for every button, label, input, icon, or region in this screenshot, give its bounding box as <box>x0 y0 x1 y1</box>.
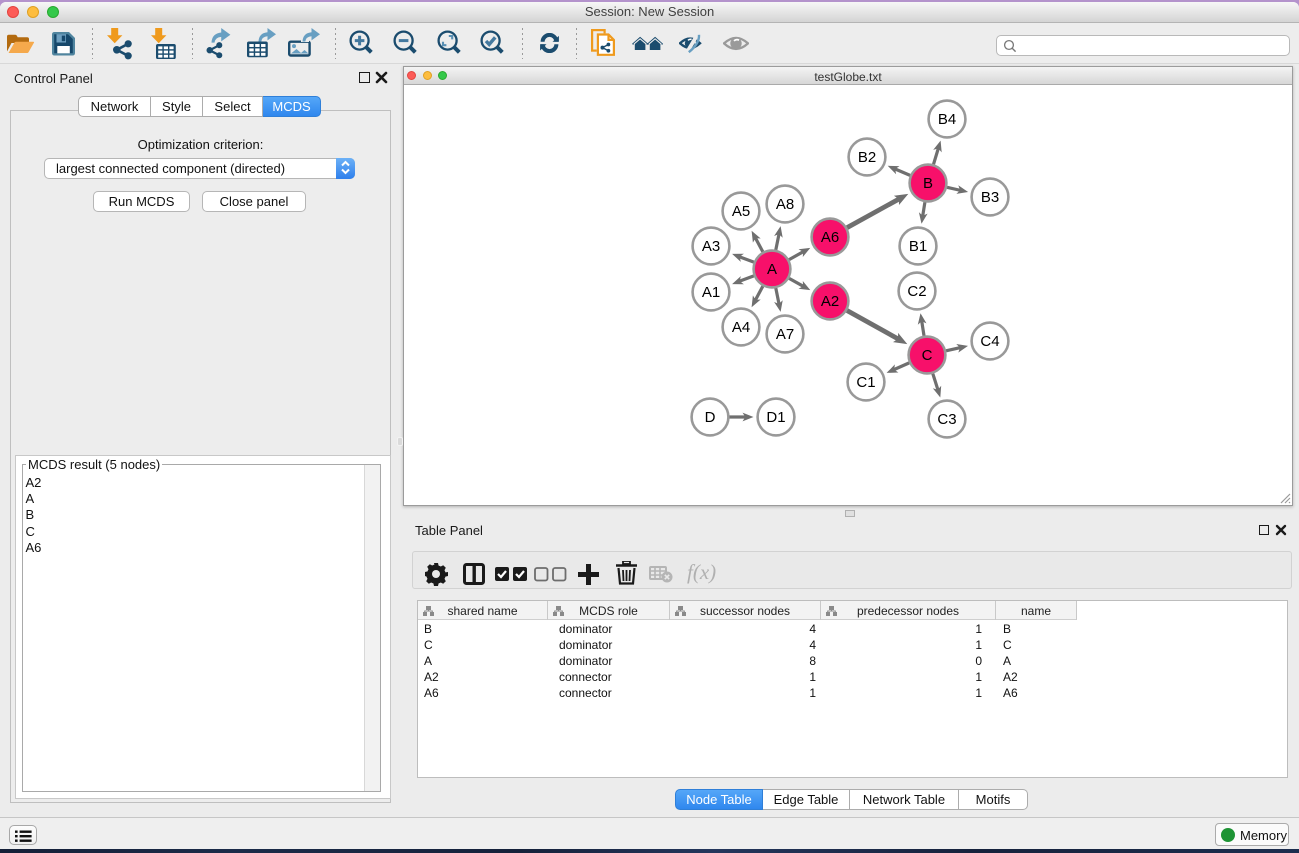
svg-text:B3: B3 <box>981 189 999 206</box>
svg-text:C: C <box>922 347 933 364</box>
svg-text:B4: B4 <box>938 111 956 128</box>
svg-text:D1: D1 <box>766 409 785 426</box>
svg-text:B: B <box>923 175 933 192</box>
svg-text:A7: A7 <box>776 326 794 343</box>
svg-text:D: D <box>705 409 716 426</box>
svg-text:C2: C2 <box>907 283 926 300</box>
svg-text:B1: B1 <box>909 238 927 255</box>
svg-text:A1: A1 <box>702 284 720 301</box>
svg-text:A4: A4 <box>732 319 750 336</box>
svg-text:A5: A5 <box>732 203 750 220</box>
svg-text:A3: A3 <box>702 238 720 255</box>
svg-text:C3: C3 <box>937 411 956 428</box>
svg-text:A6: A6 <box>821 229 839 246</box>
svg-text:C4: C4 <box>980 333 999 350</box>
svg-text:A2: A2 <box>821 293 839 310</box>
svg-text:A: A <box>767 261 777 278</box>
svg-text:C1: C1 <box>856 374 875 391</box>
svg-text:B2: B2 <box>858 149 876 166</box>
svg-text:A8: A8 <box>776 196 794 213</box>
